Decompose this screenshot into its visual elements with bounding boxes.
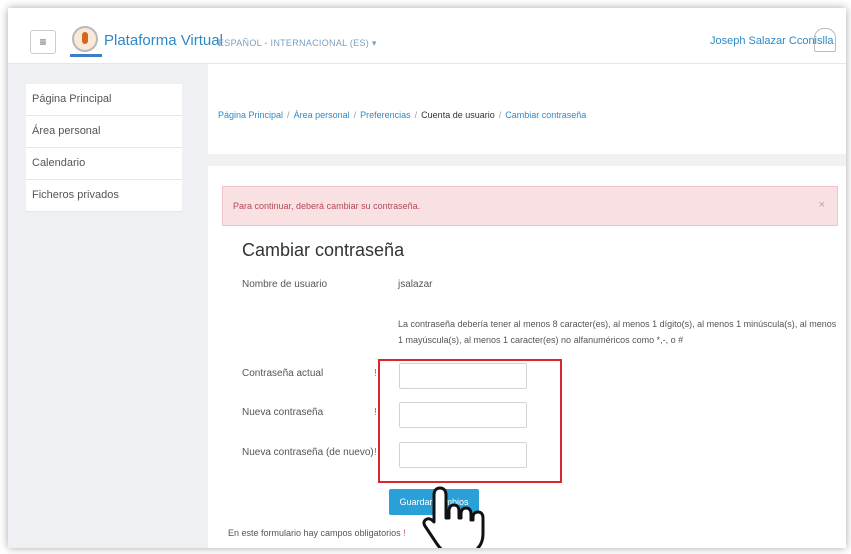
breadcrumb-dashboard[interactable]: Área personal xyxy=(294,110,350,120)
user-avatar-icon[interactable] xyxy=(814,28,836,52)
required-icon: ! xyxy=(374,368,377,379)
new-password-label: Nueva contraseña xyxy=(242,407,324,418)
language-menu[interactable]: ESPAÑOL - INTERNACIONAL (ES) ▾ xyxy=(218,38,377,49)
breadcrumb-home[interactable]: Página Principal xyxy=(218,110,283,120)
page-title: Cambiar contraseña xyxy=(242,240,405,260)
sidebar-item-calendar[interactable]: Calendario xyxy=(26,148,182,180)
username-label: Nombre de usuario xyxy=(242,279,328,290)
browser-frame: ≡ Plataforma Virtual ESPAÑOL - INTERNACI… xyxy=(8,8,846,548)
alert-text: Para continuar, deberá cambiar su contra… xyxy=(233,201,421,211)
hamburger-icon[interactable]: ≡ xyxy=(30,30,56,54)
breadcrumb-preferences[interactable]: Preferencias xyxy=(360,110,411,120)
top-navbar: ≡ Plataforma Virtual ESPAÑOL - INTERNACI… xyxy=(8,8,846,64)
highlight-box xyxy=(378,359,562,483)
close-icon[interactable]: × xyxy=(819,199,825,211)
breadcrumb-user-account: Cuenta de usuario xyxy=(421,110,495,120)
breadcrumb-change-password[interactable]: Cambiar contraseña xyxy=(505,110,586,120)
sidebar-nav: Página Principal Área personal Calendari… xyxy=(26,84,182,212)
breadcrumb-separator: / xyxy=(287,110,290,120)
alert-message: Para continuar, deberá cambiar su contra… xyxy=(222,186,838,226)
sidebar-item-private-files[interactable]: Ficheros privados xyxy=(26,180,182,212)
breadcrumb-separator: / xyxy=(353,110,357,120)
required-icon: ! xyxy=(374,447,377,458)
sidebar-item-home[interactable]: Página Principal xyxy=(26,84,182,116)
username-value: jsalazar xyxy=(398,279,433,290)
header-divider xyxy=(208,154,846,166)
left-drawer: Página Principal Área personal Calendari… xyxy=(8,64,208,548)
required-fields-note: En este formulario hay campos obligatori… xyxy=(228,528,406,538)
main-content: Para continuar, deberá cambiar su contra… xyxy=(208,166,846,548)
required-icon: ! xyxy=(374,407,377,418)
password-policy-text: La contraseña debería tener al menos 8 c… xyxy=(398,319,837,345)
brand-name[interactable]: Plataforma Virtual xyxy=(104,32,223,49)
breadcrumb: Página Principal / Área personal / Preferenc… xyxy=(218,110,586,120)
logo-underline xyxy=(70,54,102,57)
new-password-again-label: Nueva contraseña (de nuevo) xyxy=(242,447,374,458)
platform-logo[interactable] xyxy=(72,26,98,52)
hand-pointer-icon xyxy=(422,486,485,548)
current-password-label: Contraseña actual xyxy=(242,368,324,379)
breadcrumb-separator: / xyxy=(498,110,502,120)
breadcrumb-separator: / xyxy=(414,110,418,120)
required-note-text: En este formulario hay campos obligatori… xyxy=(228,528,401,538)
sidebar-item-dashboard[interactable]: Área personal xyxy=(26,116,182,148)
required-icon: ! xyxy=(403,528,406,538)
page-header: Página Principal / Área personal / Preferenc… xyxy=(208,64,846,154)
